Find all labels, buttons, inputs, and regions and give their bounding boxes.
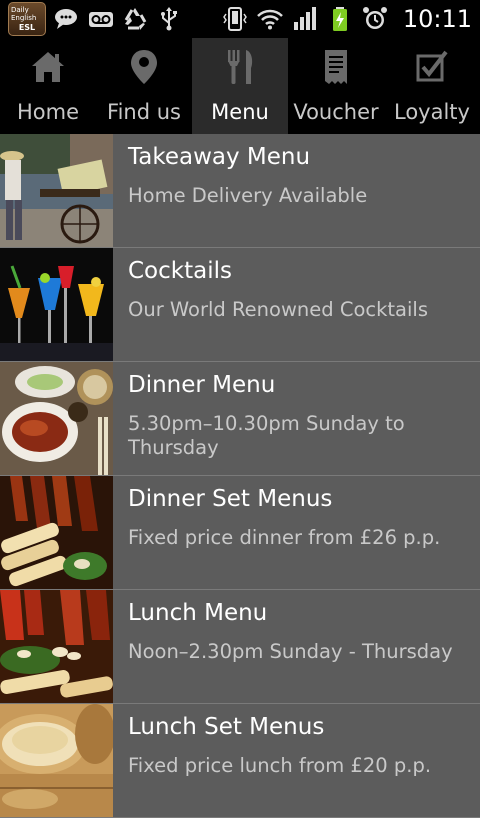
item-title: Dinner Menu bbox=[128, 372, 276, 398]
list-item-takeaway-menu[interactable]: Takeaway Menu Home Delivery Available bbox=[0, 134, 480, 248]
usb-icon bbox=[161, 7, 177, 31]
dinner-set-photo bbox=[0, 476, 113, 589]
dinner-photo bbox=[0, 362, 113, 475]
app-badge-esl: ESL bbox=[18, 23, 36, 32]
checkbox-icon bbox=[416, 50, 448, 82]
tab-menu[interactable]: Menu bbox=[192, 38, 288, 134]
alarm-icon bbox=[362, 7, 387, 29]
clock: 10:11 bbox=[402, 5, 472, 33]
vibrate-icon bbox=[222, 7, 247, 31]
item-subtitle: Fixed price dinner from £26 p.p. bbox=[128, 526, 441, 549]
chat-icon bbox=[55, 9, 77, 29]
daily-english-app-icon[interactable]: Daily English ESL bbox=[8, 2, 46, 36]
signal-icon bbox=[293, 7, 316, 30]
tab-loyalty[interactable]: Loyalty bbox=[384, 38, 480, 134]
fork-knife-icon bbox=[228, 50, 253, 84]
rickshaw-photo bbox=[0, 134, 113, 247]
list-item-lunch-set-menus[interactable]: Lunch Set Menus Fixed price lunch from £… bbox=[0, 704, 480, 818]
home-icon bbox=[32, 52, 64, 82]
tab-find-us-label: Find us bbox=[107, 100, 181, 124]
item-title: Cocktails bbox=[128, 258, 232, 284]
item-title: Lunch Set Menus bbox=[128, 714, 325, 740]
app-badge-line1: Daily bbox=[11, 6, 29, 14]
battery-charging-icon bbox=[332, 7, 347, 31]
list-item-lunch-menu[interactable]: Lunch Menu Noon–2.30pm Sunday - Thursday bbox=[0, 590, 480, 704]
app-badge-line2: English bbox=[11, 14, 37, 22]
list-item-dinner-menu[interactable]: Dinner Menu 5.30pm–10.30pm Sunday to Thu… bbox=[0, 362, 480, 476]
menu-list: Takeaway Menu Home Delivery Available Co… bbox=[0, 134, 480, 818]
list-item-dinner-set-menus[interactable]: Dinner Set Menus Fixed price dinner from… bbox=[0, 476, 480, 590]
voicemail-icon bbox=[89, 12, 113, 27]
tab-menu-label: Menu bbox=[211, 100, 269, 124]
tab-voucher[interactable]: Voucher bbox=[288, 38, 384, 134]
map-pin-icon bbox=[131, 50, 157, 84]
lunch-set-photo bbox=[0, 704, 113, 817]
notification-icons: Daily English ESL bbox=[8, 2, 182, 36]
tab-bar: Home Find us Menu Voucher Loyalty bbox=[0, 38, 480, 134]
item-subtitle: Home Delivery Available bbox=[128, 184, 368, 207]
recycle-icon bbox=[124, 8, 147, 30]
item-subtitle: 5.30pm–10.30pm Sunday to Thursday bbox=[128, 412, 405, 459]
tab-home[interactable]: Home bbox=[0, 38, 96, 134]
item-title: Lunch Menu bbox=[128, 600, 268, 626]
status-bar: Daily English ESL 10:11 bbox=[0, 0, 480, 38]
tab-voucher-label: Voucher bbox=[293, 100, 379, 124]
tab-home-label: Home bbox=[16, 100, 79, 124]
tab-find-us[interactable]: Find us bbox=[96, 38, 192, 134]
item-title: Takeaway Menu bbox=[128, 144, 311, 170]
system-status-icons: 10:11 bbox=[222, 0, 472, 38]
wifi-icon bbox=[256, 9, 283, 30]
item-subtitle: Fixed price lunch from £20 p.p. bbox=[128, 754, 432, 777]
voucher-icon bbox=[325, 50, 347, 84]
item-subtitle: Our World Renowned Cocktails bbox=[128, 298, 428, 321]
cocktails-photo bbox=[0, 248, 113, 361]
tab-loyalty-label: Loyalty bbox=[394, 100, 470, 124]
item-title: Dinner Set Menus bbox=[128, 486, 333, 512]
item-subtitle: Noon–2.30pm Sunday - Thursday bbox=[128, 640, 453, 663]
lunch-photo bbox=[0, 590, 113, 703]
list-item-cocktails[interactable]: Cocktails Our World Renowned Cocktails bbox=[0, 248, 480, 362]
